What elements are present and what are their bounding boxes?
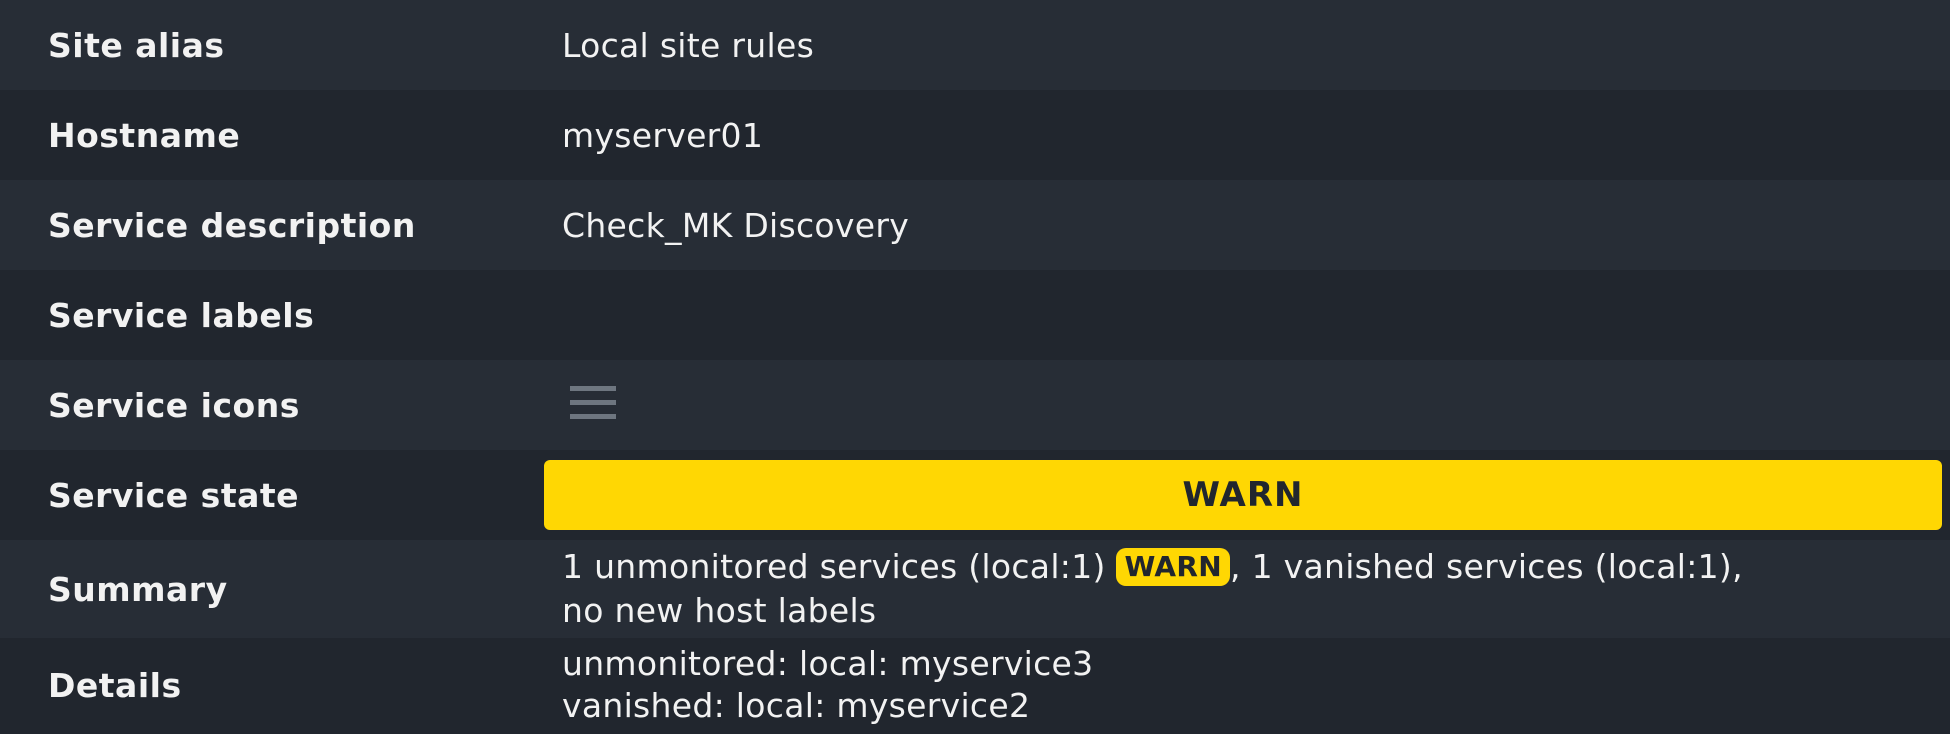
- site-alias-label: Site alias: [48, 25, 225, 65]
- service-labels-label: Service labels: [48, 295, 315, 335]
- summary-text-after: , 1 vanished services (local:1),: [1229, 547, 1743, 586]
- service-state-label: Service state: [48, 475, 300, 515]
- row-site-alias: Site alias Local site rules: [0, 0, 1950, 90]
- service-labels-value: [514, 270, 1950, 360]
- hostname-value[interactable]: myserver01: [514, 90, 1950, 180]
- details-value: unmonitored: local: myservice3 vanished:…: [514, 638, 1950, 732]
- details-line-1: unmonitored: local: myservice3: [562, 644, 1094, 683]
- summary-label: Summary: [48, 569, 228, 609]
- warn-badge: WARN: [1116, 548, 1230, 586]
- row-details: Details unmonitored: local: myservice3 v…: [0, 638, 1950, 732]
- summary-line-1: 1 unmonitored services (local:1) WARN, 1…: [562, 545, 1942, 589]
- row-service-description: Service description Check_MK Discovery: [0, 180, 1950, 270]
- details-label: Details: [48, 665, 182, 705]
- summary-value: 1 unmonitored services (local:1) WARN, 1…: [514, 540, 1950, 638]
- site-alias-value: Local site rules: [562, 25, 815, 65]
- state-badge: WARN: [544, 460, 1942, 530]
- service-state-value: WARN: [514, 450, 1950, 540]
- row-service-state: Service state WARN: [0, 450, 1950, 540]
- summary-line-2: no new host labels: [562, 591, 877, 630]
- details-line-2: vanished: local: myservice2: [562, 686, 1031, 725]
- service-icons-label: Service icons: [48, 385, 300, 425]
- row-service-icons: Service icons: [0, 360, 1950, 450]
- service-icons-value: [514, 360, 1950, 450]
- row-hostname: Hostname myserver01: [0, 90, 1950, 180]
- service-details-table: Site alias Local site rules Hostname mys…: [0, 0, 1950, 732]
- service-description-value[interactable]: Check_MK Discovery: [514, 180, 1950, 270]
- menu-icon[interactable]: [570, 383, 616, 419]
- row-service-labels: Service labels: [0, 270, 1950, 360]
- summary-text-before: 1 unmonitored services (local:1): [562, 547, 1117, 586]
- row-summary: Summary 1 unmonitored services (local:1)…: [0, 540, 1950, 638]
- hostname-label: Hostname: [48, 115, 241, 155]
- service-description-label: Service description: [48, 205, 416, 245]
